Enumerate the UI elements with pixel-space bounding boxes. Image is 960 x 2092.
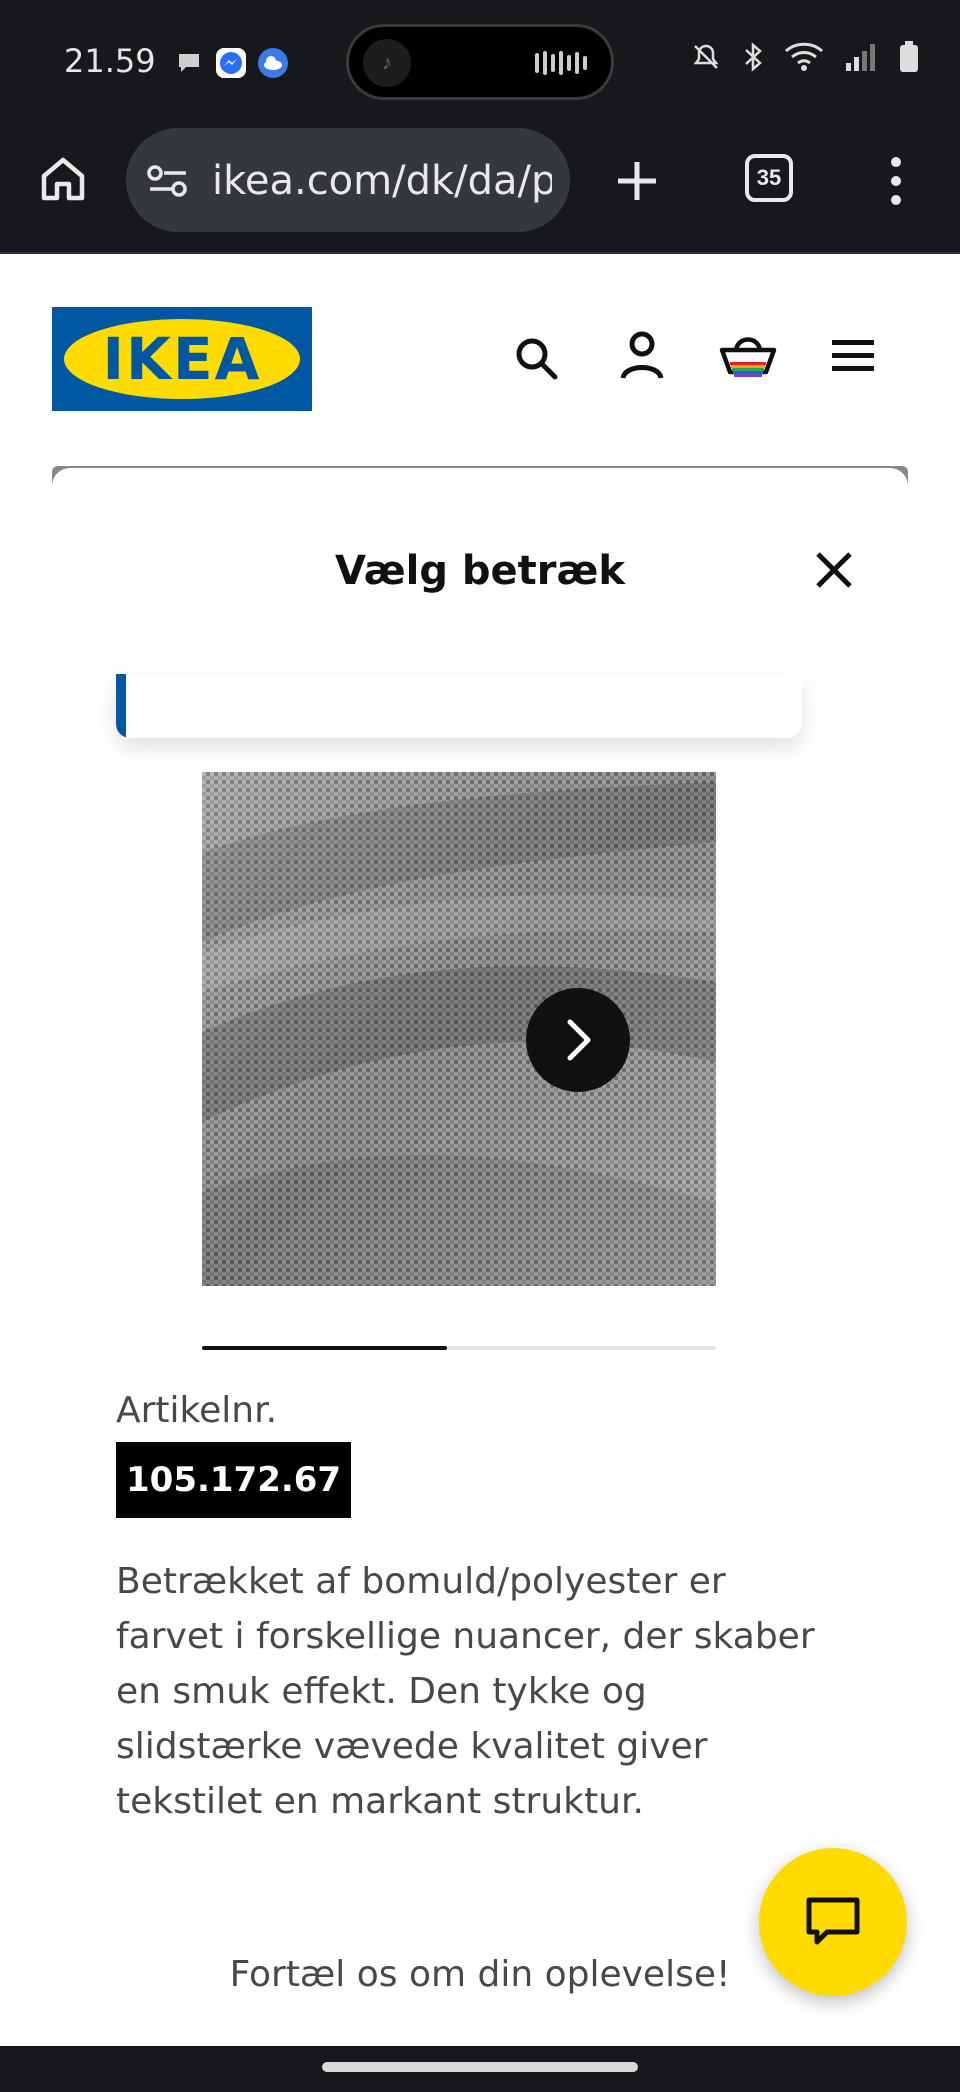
menu-icon[interactable]	[830, 336, 876, 376]
audio-bars-icon	[535, 51, 587, 75]
browser-toolbar: ikea.com/dk/da/pl 35	[0, 124, 960, 254]
status-bar: 21.59 ♪	[0, 0, 960, 124]
messenger-icon	[216, 48, 246, 78]
url-text[interactable]: ikea.com/dk/da/pl	[212, 158, 552, 204]
music-note-icon: ♪	[363, 39, 411, 87]
wifi-icon	[784, 42, 824, 71]
home-gesture-handle[interactable]	[322, 2062, 638, 2072]
home-icon[interactable]	[38, 154, 88, 204]
bluetooth-icon	[745, 42, 762, 72]
weather-icon	[258, 48, 288, 78]
chat-button[interactable]	[759, 1848, 907, 1996]
site-header: IKEA	[0, 256, 960, 456]
chevron-right-icon	[567, 1019, 591, 1061]
article-number-label: Artikelnr.	[116, 1390, 278, 1431]
tab-switcher-button[interactable]: 35	[745, 154, 793, 202]
battery-icon	[900, 41, 918, 72]
ikea-logo[interactable]: IKEA	[52, 307, 312, 411]
mute-icon	[693, 44, 719, 69]
address-bar[interactable]: ikea.com/dk/da/pl	[126, 128, 570, 232]
more-options-icon[interactable]	[884, 154, 908, 210]
account-icon[interactable]	[618, 330, 666, 382]
chat-icon	[806, 1897, 860, 1945]
chat-bubble-icon	[179, 54, 199, 72]
close-icon[interactable]	[804, 540, 864, 600]
selected-cover-card[interactable]	[116, 674, 802, 738]
select-cover-modal: Vælg betræk Artikelnr. 105.172.67 Betræk…	[52, 468, 908, 2092]
basket-icon[interactable]	[718, 330, 778, 382]
new-tab-icon[interactable]	[614, 158, 660, 204]
site-settings-icon[interactable]	[146, 164, 190, 198]
article-number: 105.172.67	[116, 1442, 352, 1518]
signal-icon	[846, 44, 875, 71]
search-icon[interactable]	[512, 334, 560, 382]
carousel-next-button[interactable]	[526, 988, 630, 1092]
carousel-progress-fill	[202, 1346, 447, 1350]
camera-cutout: ♪	[346, 24, 614, 100]
selected-indicator	[116, 674, 126, 738]
logo-text: IKEA	[102, 325, 262, 393]
product-description: Betrækket af bomuld/polyester er farvet …	[116, 1561, 815, 1822]
fabric-image	[202, 772, 716, 1286]
clock: 21.59	[64, 42, 156, 80]
system-nav-bar	[0, 2046, 960, 2092]
carousel-progress	[202, 1346, 716, 1350]
modal-title: Vælg betræk	[334, 548, 626, 594]
